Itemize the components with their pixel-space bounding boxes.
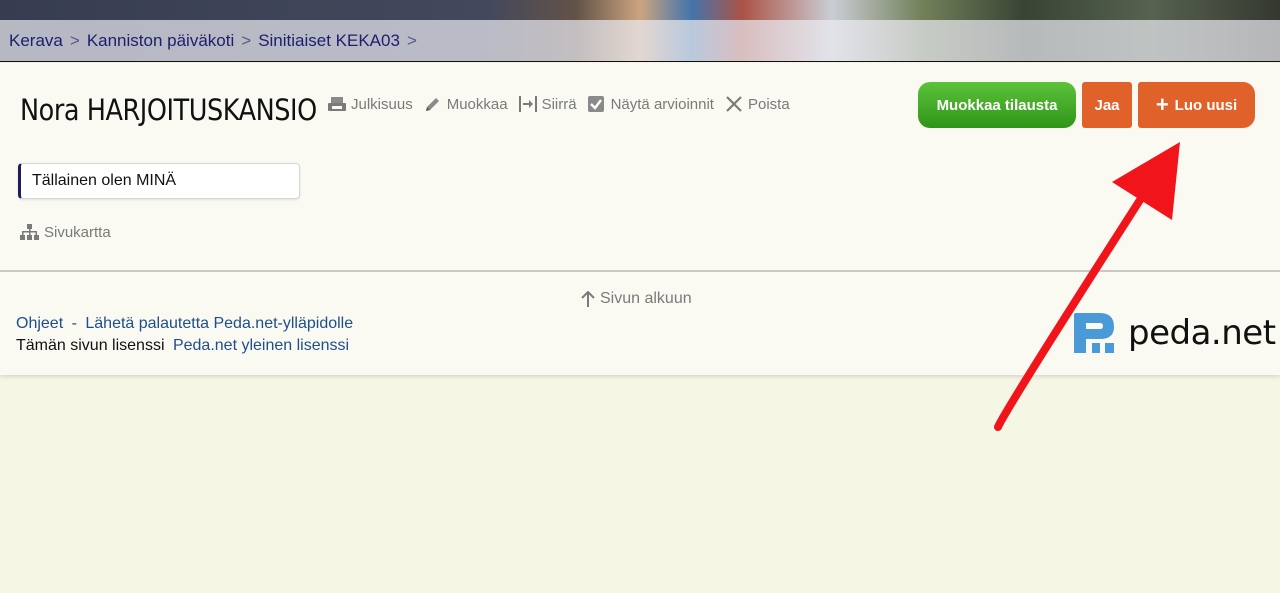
back-to-top-link[interactable]: Sivun alkuun bbox=[580, 290, 692, 308]
nayta-arvioinnit-button[interactable]: Näytä arvioinnit bbox=[587, 95, 714, 113]
license-prefix: Tämän sivun lisenssi bbox=[16, 337, 165, 354]
banner-image bbox=[0, 0, 1280, 20]
footer-dash: - bbox=[71, 315, 77, 332]
breadcrumb-separator: > bbox=[241, 30, 252, 50]
printer-icon bbox=[327, 95, 347, 113]
pencil-icon bbox=[423, 95, 443, 113]
breadcrumb: Kerava > Kanniston päiväkoti > Sinitiais… bbox=[0, 20, 1280, 61]
checkbox-icon bbox=[587, 95, 607, 113]
arrow-up-icon bbox=[581, 290, 595, 307]
page-toolbar: Julkisuus Muokkaa Siirrä Näytä arvioinni… bbox=[327, 95, 800, 113]
edit-subscription-button[interactable]: Muokkaa tilausta bbox=[918, 82, 1076, 128]
banner-divider bbox=[0, 61, 1280, 62]
poista-button[interactable]: Poista bbox=[724, 95, 790, 113]
sitemap-label: Sivukartta bbox=[44, 224, 111, 241]
julkisuus-label: Julkisuus bbox=[351, 95, 413, 113]
poista-label: Poista bbox=[747, 95, 790, 113]
peda-net-logo-text: peda.net bbox=[1128, 313, 1276, 353]
sitemap-icon bbox=[20, 224, 39, 240]
tab-tallainen-olen-mina[interactable]: Tällainen olen MINÄ bbox=[18, 163, 300, 199]
help-link[interactable]: Ohjeet bbox=[16, 315, 63, 332]
header-banner: Kerava > Kanniston päiväkoti > Sinitiais… bbox=[0, 0, 1280, 62]
back-to-top-label: Sivun alkuun bbox=[600, 290, 692, 307]
footer-license-row: Tämän sivun lisenssi Peda.net yleinen li… bbox=[16, 335, 353, 357]
muokkaa-label: Muokkaa bbox=[446, 95, 508, 113]
create-new-button[interactable]: + Luo uusi bbox=[1138, 82, 1255, 128]
sitemap-link[interactable]: Sivukartta bbox=[20, 224, 111, 241]
plus-icon: + bbox=[1155, 92, 1169, 117]
page-title: Nora HARJOITUSKANSIO bbox=[20, 93, 317, 127]
breadcrumb-item-kanniston-paivakoti[interactable]: Kanniston päiväkoti bbox=[87, 31, 234, 51]
create-new-label: Luo uusi bbox=[1174, 96, 1238, 114]
footer-links: Ohjeet - Lähetä palautetta Peda.net-yllä… bbox=[16, 313, 353, 357]
main-card: Nora HARJOITUSKANSIO Julkisuus Muokkaa S… bbox=[0, 63, 1280, 375]
breadcrumb-item-sinitiaiset[interactable]: Sinitiaiset KEKA03 bbox=[258, 31, 400, 51]
feedback-link[interactable]: Lähetä palautetta Peda.net-ylläpidolle bbox=[85, 315, 353, 332]
breadcrumb-separator: > bbox=[69, 30, 80, 50]
breadcrumb-separator: > bbox=[406, 30, 417, 50]
breadcrumb-item-kerava[interactable]: Kerava bbox=[9, 31, 63, 51]
license-link[interactable]: Peda.net yleinen lisenssi bbox=[173, 337, 349, 354]
close-icon bbox=[724, 95, 744, 113]
julkisuus-button[interactable]: Julkisuus bbox=[327, 95, 413, 113]
share-button[interactable]: Jaa bbox=[1082, 82, 1132, 128]
nayta-arvioinnit-label: Näytä arvioinnit bbox=[610, 95, 714, 113]
peda-net-logo[interactable]: peda.net bbox=[1072, 311, 1276, 355]
siirra-button[interactable]: Siirrä bbox=[518, 95, 577, 113]
siirra-label: Siirrä bbox=[541, 95, 577, 113]
muokkaa-button[interactable]: Muokkaa bbox=[423, 95, 508, 113]
footer-help-row: Ohjeet - Lähetä palautetta Peda.net-yllä… bbox=[16, 313, 353, 335]
content-divider bbox=[0, 270, 1280, 272]
peda-net-logo-mark bbox=[1074, 313, 1114, 353]
move-icon bbox=[518, 95, 538, 113]
